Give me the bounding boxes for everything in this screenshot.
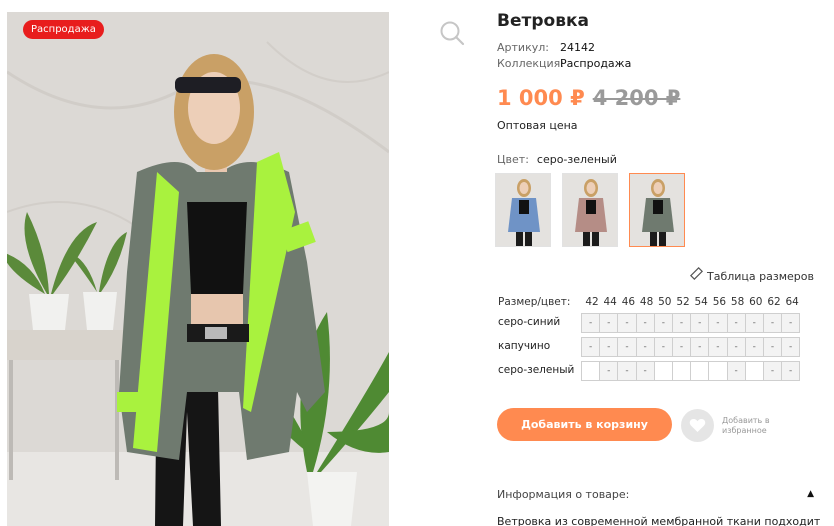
size-label: 52	[676, 296, 690, 308]
size-cell[interactable]: -	[762, 337, 783, 357]
size-label: 54	[694, 296, 708, 308]
size-cell[interactable]: -	[617, 361, 637, 381]
size-cell[interactable]: -	[726, 337, 746, 357]
color-row: Цвет: серо-зеленый	[497, 153, 617, 166]
size-label: 58	[730, 296, 745, 308]
product-title: Ветровка	[497, 11, 589, 31]
size-grid-label: Размер/цвет:	[498, 296, 571, 308]
size-cell[interactable]	[671, 361, 692, 381]
size-cell[interactable]: -	[708, 337, 728, 357]
size-label: 60	[749, 296, 763, 308]
size-cell[interactable]	[708, 361, 728, 381]
size-cell[interactable]: -	[744, 313, 764, 333]
size-label: 50	[658, 296, 672, 308]
favorite-button[interactable]	[681, 409, 714, 442]
collection-row: Коллекция:Распродажа	[497, 57, 631, 70]
color-value: серо-зеленый	[536, 153, 617, 166]
size-cell[interactable]: -	[781, 337, 801, 357]
article-value: 24142	[560, 41, 595, 54]
search-icon[interactable]	[437, 18, 467, 48]
size-cell[interactable]	[653, 361, 673, 381]
price-old: 4 200 ₽	[592, 86, 681, 110]
collection-label: Коллекция:	[497, 57, 564, 70]
size-row-label: серо-зеленый	[498, 364, 575, 376]
size-cell[interactable]: -	[599, 313, 619, 333]
size-cell[interactable]: -	[671, 313, 692, 333]
size-cell[interactable]	[581, 361, 601, 381]
size-cell[interactable]: -	[762, 361, 783, 381]
color-thumb[interactable]	[495, 173, 551, 247]
size-cell[interactable]: -	[635, 313, 655, 333]
size-cell[interactable]: -	[581, 313, 601, 333]
article-row: Артикул: 24142	[497, 41, 595, 54]
size-cell[interactable]: -	[599, 337, 619, 357]
price-block: 1 000 ₽ 4 200 ₽	[497, 86, 680, 110]
color-thumb[interactable]	[562, 173, 618, 247]
color-label: Цвет:	[497, 153, 529, 166]
size-row-label: серо-синий	[498, 316, 561, 328]
collection-value: Распродажа	[560, 57, 632, 70]
sale-badge: Распродажа	[23, 20, 104, 39]
favorite-label[interactable]: Добавить в избранное	[722, 416, 792, 436]
size-cell[interactable]: -	[726, 313, 746, 333]
size-cell[interactable]: -	[617, 337, 637, 357]
size-label: 48	[639, 296, 654, 308]
color-thumb[interactable]	[629, 173, 685, 247]
size-cell[interactable]: -	[671, 337, 692, 357]
size-label: 44	[603, 296, 617, 308]
size-cell[interactable]: -	[781, 313, 801, 333]
size-table-link[interactable]: Таблица размеров	[689, 266, 814, 283]
size-cell[interactable]: -	[635, 361, 655, 381]
product-info-toggle[interactable]: Информация о товаре: ▲	[497, 488, 814, 501]
size-cell[interactable]: -	[653, 337, 673, 357]
size-label: 42	[585, 296, 599, 308]
caret-up-icon: ▲	[807, 489, 814, 499]
heart-icon	[689, 419, 706, 432]
size-cell[interactable]	[744, 361, 764, 381]
size-cell[interactable]: -	[781, 361, 801, 381]
product-info-text: Ветровка из современной мембранной ткани…	[497, 515, 821, 526]
size-table-label: Таблица размеров	[707, 270, 814, 283]
wholesale-price-note: Оптовая цена	[497, 119, 578, 132]
size-cell[interactable]: -	[744, 337, 764, 357]
size-cell[interactable]: -	[762, 313, 783, 333]
size-cell[interactable]: -	[653, 313, 673, 333]
size-cell[interactable]	[690, 361, 710, 381]
add-to-cart-button[interactable]: Добавить в корзину	[497, 408, 672, 441]
ruler-icon	[689, 266, 704, 283]
size-label: 46	[621, 296, 636, 308]
size-label: 56	[712, 296, 727, 308]
size-cell[interactable]: -	[581, 337, 601, 357]
size-label: 64	[785, 296, 799, 308]
size-cell[interactable]: -	[708, 313, 728, 333]
size-cell[interactable]: -	[635, 337, 655, 357]
product-info-heading: Информация о товаре:	[497, 488, 630, 501]
article-label: Артикул:	[497, 41, 549, 54]
size-row-label: капучино	[498, 340, 551, 352]
size-cell[interactable]: -	[599, 361, 619, 381]
price-current: 1 000 ₽	[497, 86, 585, 110]
size-label: 62	[767, 296, 781, 308]
size-cell[interactable]: -	[617, 313, 637, 333]
product-photo[interactable]	[7, 12, 389, 526]
size-cell[interactable]: -	[690, 313, 710, 333]
size-cell[interactable]: -	[690, 337, 710, 357]
size-cell[interactable]: -	[726, 361, 746, 381]
